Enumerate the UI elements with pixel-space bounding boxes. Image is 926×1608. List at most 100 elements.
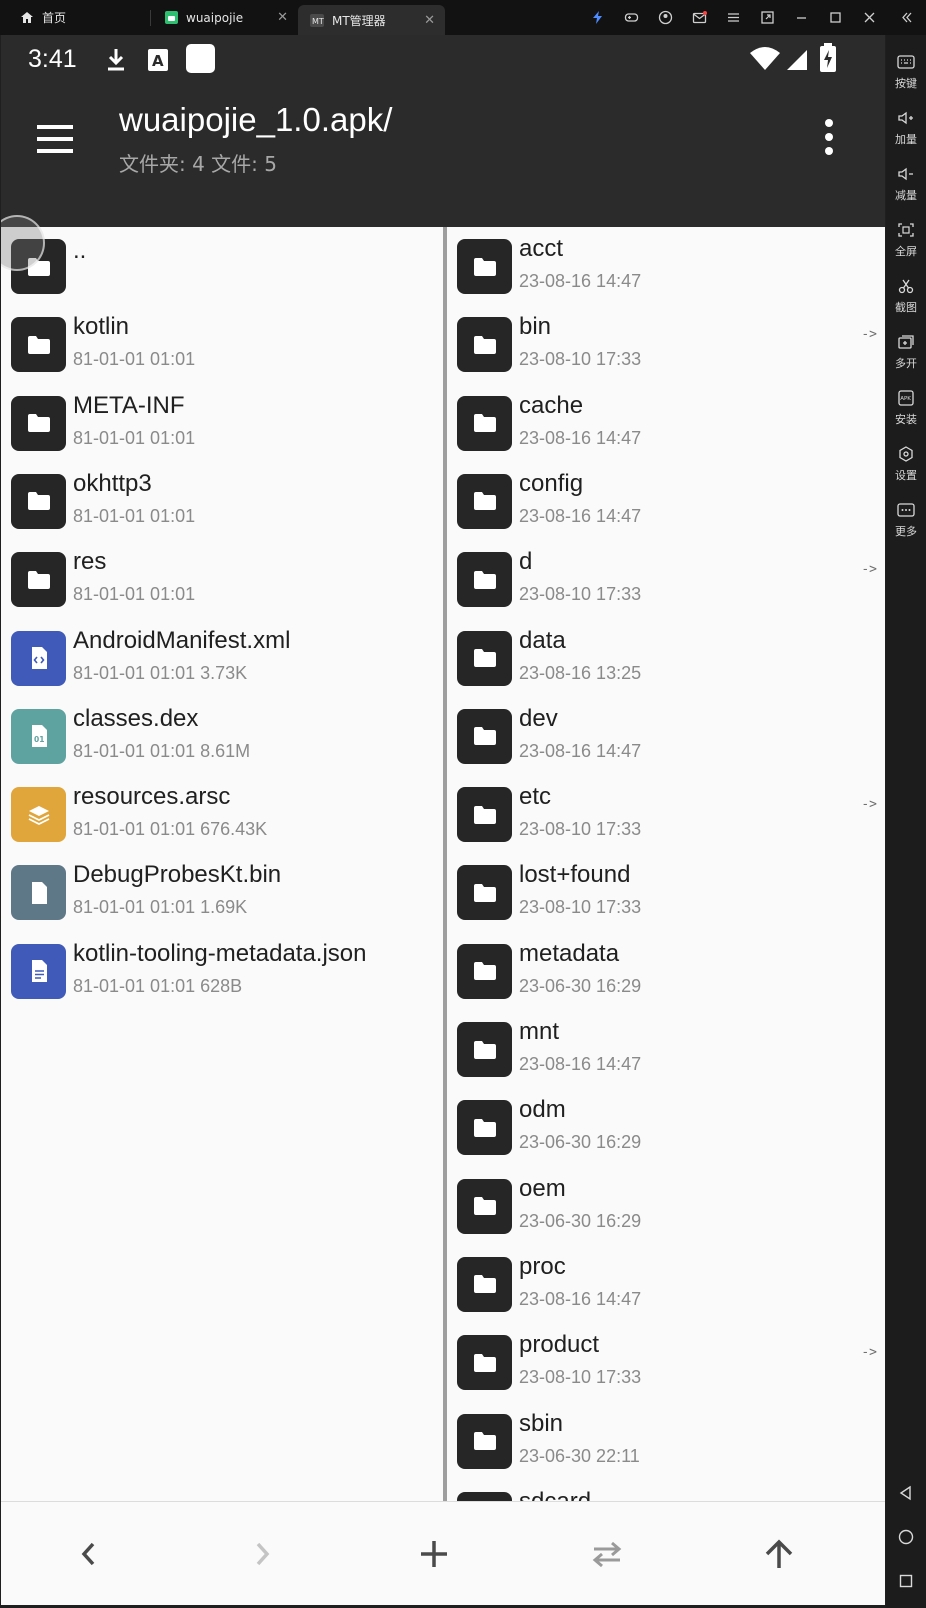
file-meta: 23-08-16 14:47 <box>519 427 642 448</box>
folder-icon <box>457 630 512 686</box>
right-pane[interactable]: acct 23-08-16 14:47 bin 23-08-10 17:33 -> cac… <box>447 227 885 1537</box>
fullscreen-icon <box>898 222 914 237</box>
window-controls <box>580 0 926 35</box>
close-icon[interactable]: ✕ <box>424 13 435 28</box>
file-list-item[interactable]: odm 23-06-30 16:29 <box>447 1088 885 1166</box>
file-list-item[interactable]: data 23-08-16 13:25 <box>447 619 885 697</box>
tab-wuaipojie-label: wuaipojie <box>186 10 244 25</box>
file-list-item[interactable]: dev 23-08-16 14:47 <box>447 697 885 775</box>
file-name: res <box>73 548 107 576</box>
tab-home[interactable]: 首页 <box>0 0 150 35</box>
nav-recents-button[interactable] <box>886 1563 926 1599</box>
account-icon[interactable] <box>648 0 682 35</box>
menu-icon[interactable] <box>716 0 750 35</box>
blank-notification-icon <box>186 44 215 73</box>
file-list-item[interactable]: config 23-08-16 14:47 <box>447 462 885 540</box>
overflow-menu-icon[interactable] <box>821 117 837 157</box>
parent-directory-row[interactable]: .. <box>1 227 443 305</box>
forward-button[interactable] <box>240 1532 284 1576</box>
file-list-item[interactable]: product 23-08-10 17:33 -> <box>447 1323 885 1401</box>
file-list-item[interactable]: mnt 23-08-16 14:47 <box>447 1010 885 1088</box>
screenshot-button[interactable]: 截图 <box>886 271 926 321</box>
forward-arrow-icon <box>256 1542 270 1566</box>
volume-down-button[interactable]: 减量 <box>886 159 926 209</box>
file-list-item[interactable]: META-INF 81-01-01 01:01 <box>1 384 443 462</box>
file-list-item[interactable]: kotlin-tooling-metadata.json 81-01-01 01:… <box>1 932 443 1010</box>
file-list-item[interactable]: okhttp3 81-01-01 01:01 <box>1 462 443 540</box>
tab-home-label: 首页 <box>42 11 67 25</box>
file-list-item[interactable]: res 81-01-01 01:01 <box>1 540 443 618</box>
fullscreen-button[interactable]: 全屏 <box>886 215 926 265</box>
file-list-item[interactable]: metadata 23-06-30 16:29 <box>447 932 885 1010</box>
mail-icon[interactable] <box>682 0 716 35</box>
file-name: oem <box>519 1174 566 1202</box>
swap-panes-button[interactable] <box>585 1532 629 1576</box>
file-list-item[interactable]: oem 23-06-30 16:29 <box>447 1167 885 1245</box>
file-list-item[interactable]: bin 23-08-10 17:33 -> <box>447 305 885 383</box>
file-meta: 23-06-30 22:11 <box>519 1445 640 1466</box>
tab-mt-manager[interactable]: MT MT管理器 ✕ <box>298 5 445 35</box>
pin-window-icon[interactable] <box>750 0 784 35</box>
file-list-item[interactable]: cache 23-08-16 14:47 <box>447 384 885 462</box>
file-name: dev <box>519 704 558 732</box>
settings-label: 设置 <box>895 468 917 482</box>
android-app-icon <box>165 11 178 24</box>
keyboard-button[interactable]: 按键 <box>886 47 926 97</box>
close-icon[interactable]: ✕ <box>277 10 288 25</box>
svg-text:01: 01 <box>34 735 44 744</box>
settings-button[interactable]: 设置 <box>886 439 926 489</box>
file-meta: 23-06-30 16:29 <box>519 975 642 996</box>
multi-instance-button[interactable]: 多开 <box>886 327 926 377</box>
folder-icon <box>457 1256 512 1312</box>
close-window-icon[interactable] <box>852 0 886 35</box>
back-button[interactable] <box>67 1532 111 1576</box>
file-name: d <box>519 548 533 576</box>
file-list-item[interactable]: etc 23-08-10 17:33 -> <box>447 775 885 853</box>
folder-icon <box>457 1413 512 1469</box>
nav-back-button[interactable] <box>886 1475 926 1511</box>
hamburger-menu-icon[interactable] <box>35 119 75 159</box>
file-list-item[interactable]: lost+found 23-08-10 17:33 <box>447 853 885 931</box>
file-list-item[interactable]: 01 classes.dex 81-01-01 01:01 8.61M <box>1 697 443 775</box>
current-path: wuaipojie_1.0.apk/ <box>119 101 393 138</box>
fullscreen-label: 全屏 <box>895 244 917 258</box>
file-name: kotlin-tooling-metadata.json <box>73 939 367 967</box>
lightning-icon[interactable] <box>580 0 614 35</box>
left-pane[interactable]: .. kotlin 81-01-01 01:01 META-INF 81-01-01 … <box>1 227 443 1537</box>
file-list-item[interactable]: resources.arsc 81-01-01 01:01 676.43K <box>1 775 443 853</box>
file-name: okhttp3 <box>73 469 152 497</box>
file-list-item[interactable]: DebugProbesKt.bin 81-01-01 01:01 1.69K <box>1 853 443 931</box>
file-meta: 81-01-01 01:01 8.61M <box>73 740 251 761</box>
wifi-icon <box>750 47 780 70</box>
apk-install-button[interactable]: APK 安装 <box>886 383 926 433</box>
folder-icon <box>457 473 512 529</box>
add-button[interactable] <box>412 1532 456 1576</box>
file-list-item[interactable]: sbin 23-06-30 22:11 <box>447 1402 885 1480</box>
volume-up-button[interactable]: 加量 <box>886 103 926 153</box>
up-directory-button[interactable] <box>757 1532 801 1576</box>
svg-text:APK: APK <box>900 396 911 402</box>
folder-icon <box>457 552 512 608</box>
file-name: bin <box>519 313 552 341</box>
more-button[interactable]: 更多 <box>886 495 926 545</box>
file-list-item[interactable]: proc 23-08-16 14:47 <box>447 1245 885 1323</box>
file-name: data <box>519 626 566 654</box>
json-file-icon <box>11 943 66 999</box>
scissors-icon <box>898 279 914 293</box>
file-list-item[interactable]: kotlin 81-01-01 01:01 <box>1 305 443 383</box>
collapse-sidebar-icon[interactable] <box>886 0 926 35</box>
maximize-icon[interactable] <box>818 0 852 35</box>
file-meta: 23-08-10 17:33 <box>519 1367 642 1388</box>
gamepad-icon[interactable] <box>614 0 648 35</box>
tab-wuaipojie[interactable]: wuaipojie ✕ <box>151 0 298 35</box>
folder-icon <box>457 1178 512 1234</box>
minimize-icon[interactable] <box>784 0 818 35</box>
battery-charging-icon <box>820 43 836 72</box>
file-list-item[interactable]: acct 23-08-16 14:47 <box>447 227 885 305</box>
file-list-item[interactable]: d 23-08-10 17:33 -> <box>447 540 885 618</box>
file-meta: 81-01-01 01:01 3.73K <box>73 662 248 683</box>
file-meta: 23-08-16 13:25 <box>519 662 642 683</box>
file-list-item[interactable]: AndroidManifest.xml 81-01-01 01:01 3.73K <box>1 619 443 697</box>
symlink-indicator: -> <box>861 1345 877 1361</box>
nav-home-button[interactable] <box>886 1519 926 1555</box>
